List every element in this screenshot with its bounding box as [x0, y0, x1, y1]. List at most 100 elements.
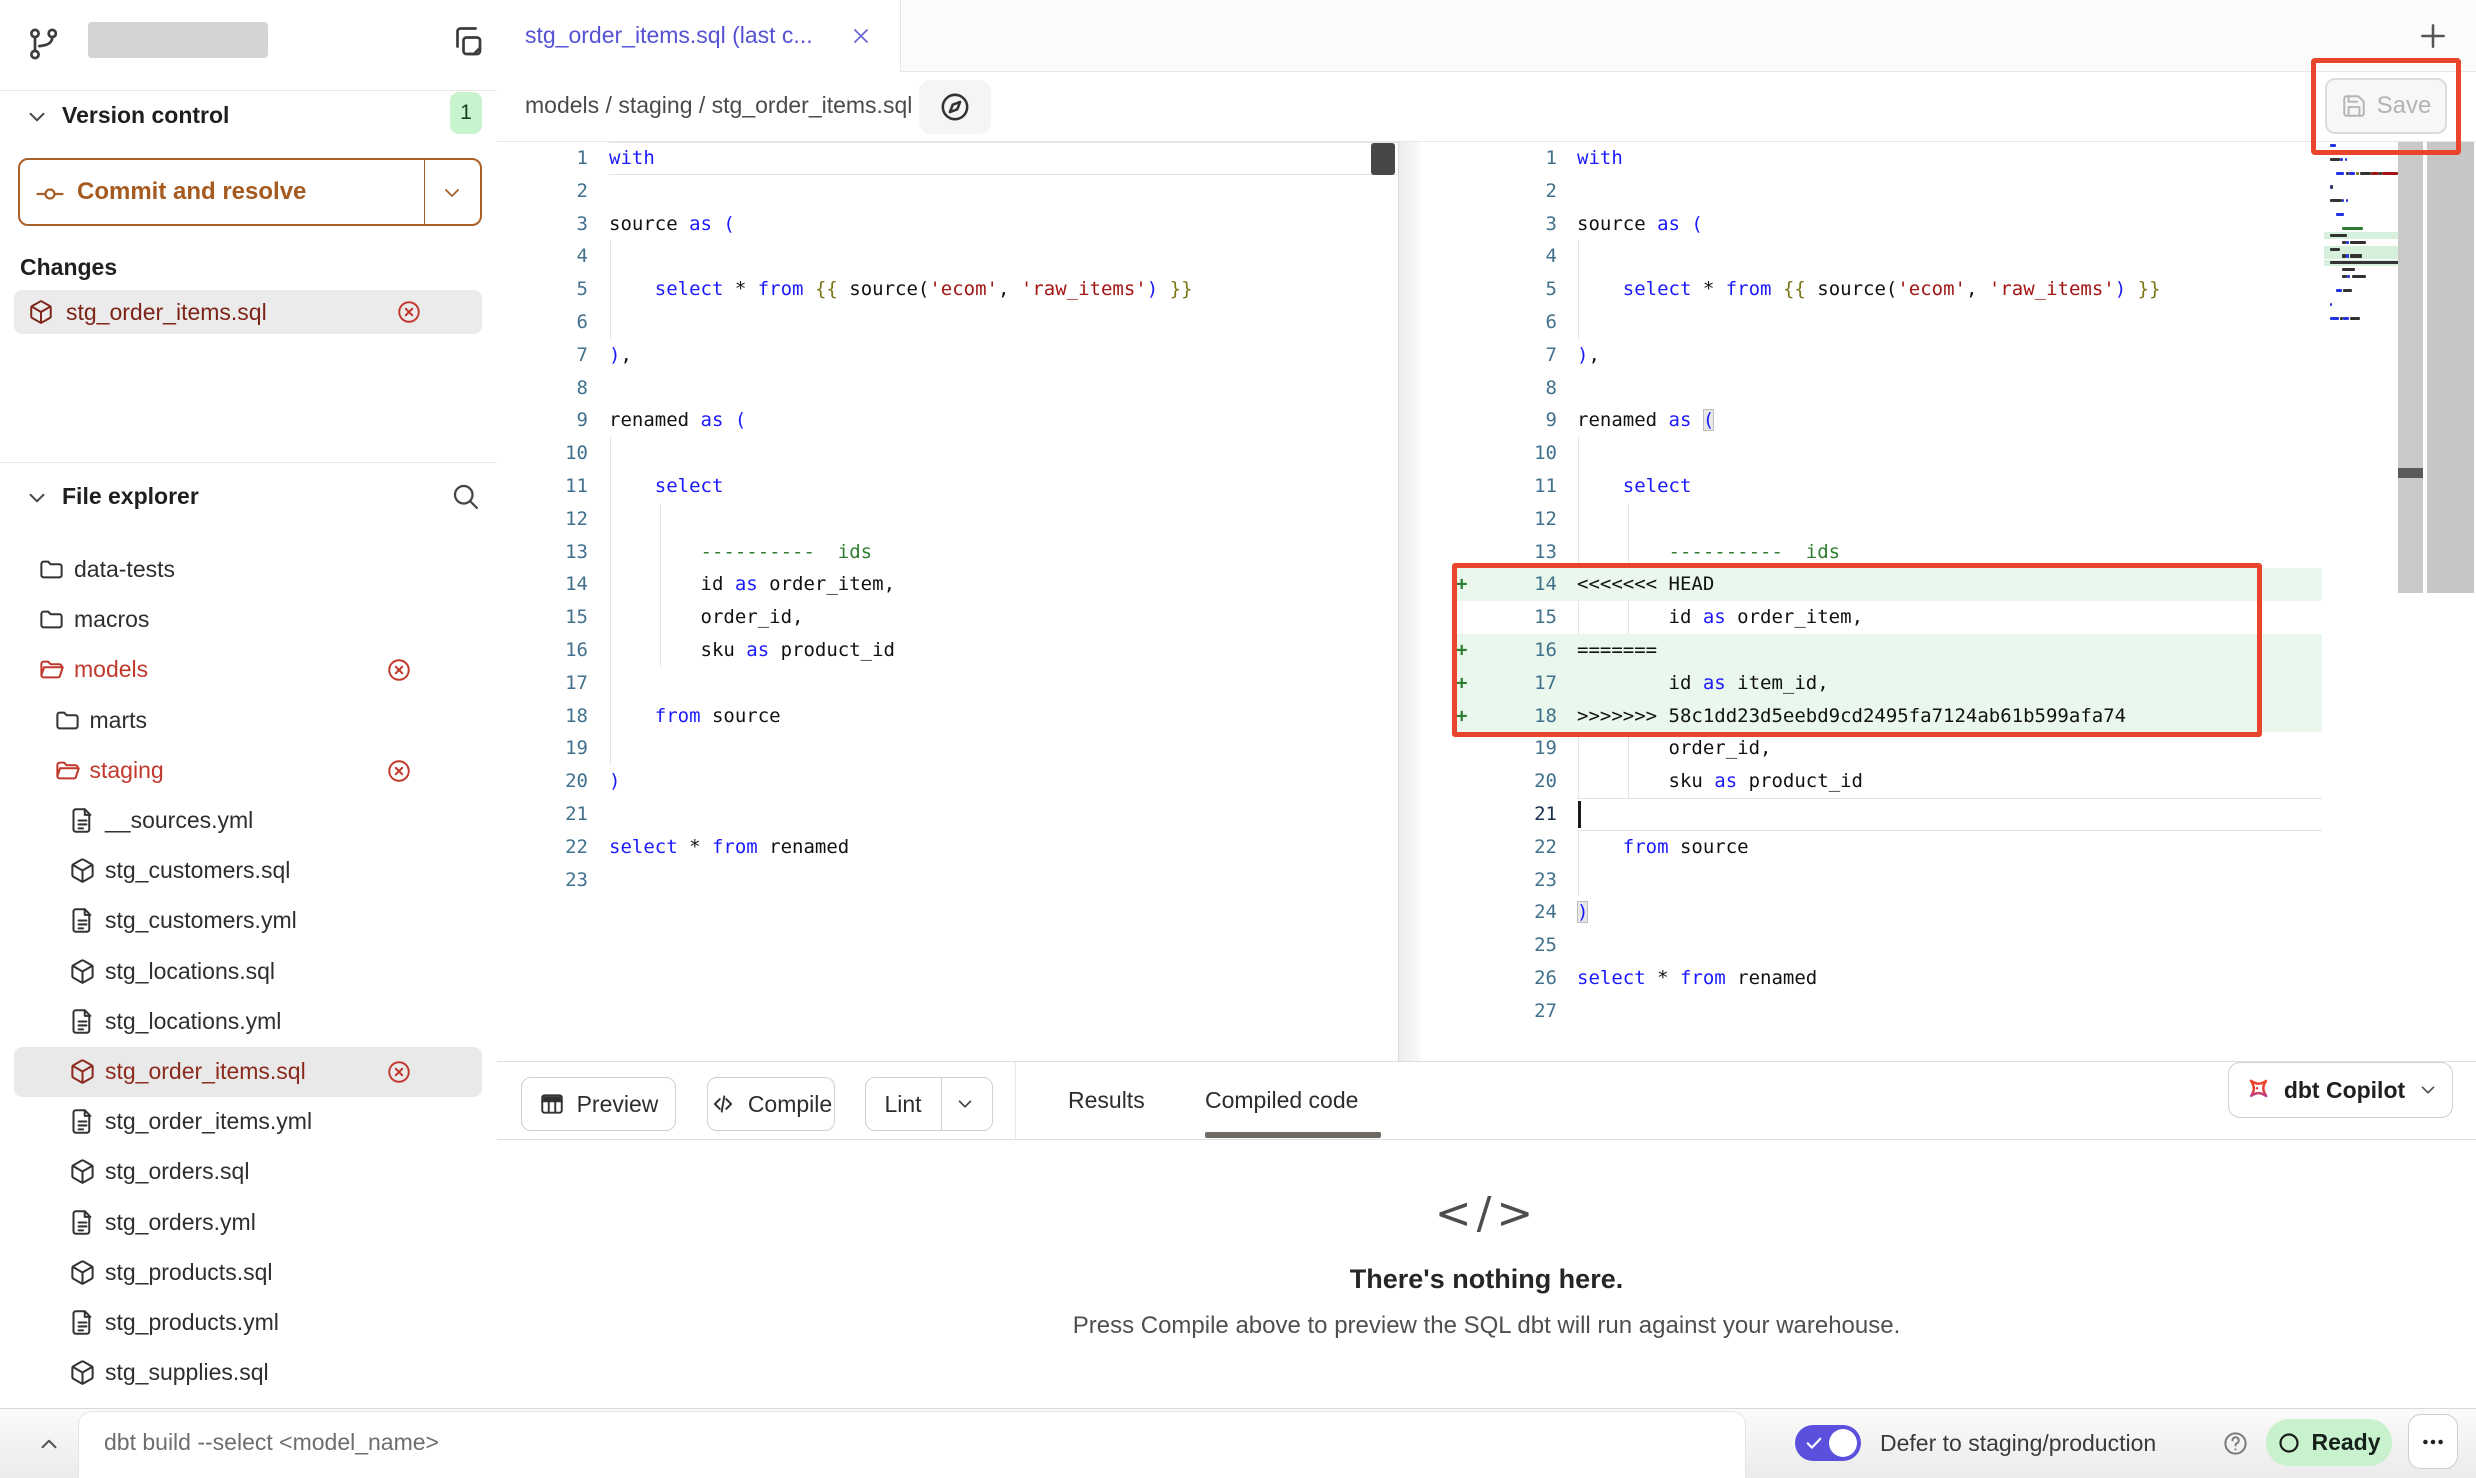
code-line-20[interactable]: 20)	[497, 765, 1398, 798]
file-row-macros[interactable]: macros	[0, 595, 497, 645]
code-line-4[interactable]: 4	[1420, 240, 2476, 273]
code-line-17[interactable]: 17	[497, 667, 1398, 700]
tab-compiled-code[interactable]: Compiled code	[1205, 1087, 1358, 1114]
code-line-12[interactable]: 12	[1420, 503, 2476, 536]
copy-icon[interactable]	[450, 24, 486, 60]
help-icon[interactable]	[2222, 1430, 2249, 1457]
code-line-2[interactable]: 2	[1420, 175, 2476, 208]
lineage-button[interactable]	[919, 80, 991, 134]
code-line-11[interactable]: 11 select	[1420, 470, 2476, 503]
code-line-13[interactable]: 13 ---------- ids	[1420, 536, 2476, 569]
editor-pane-saved[interactable]: 1with23source as (45 select * from {{ so…	[497, 142, 1398, 1061]
file-row-__sources.yml[interactable]: __sources.yml	[0, 796, 497, 846]
editor-pane-current[interactable]: 1with23source as (45 select * from {{ so…	[1420, 142, 2476, 1061]
code-line-5[interactable]: 5 select * from {{ source('ecom', 'raw_i…	[1420, 273, 2476, 306]
file-row-stg_customers.yml[interactable]: stg_customers.yml	[0, 896, 497, 946]
code-line-21[interactable]: 21	[1420, 798, 2476, 831]
code-line-25[interactable]: 25	[1420, 929, 2476, 962]
code-line-23[interactable]: 23	[497, 864, 1398, 897]
code-line-7[interactable]: 7),	[497, 339, 1398, 372]
chevron-down-icon[interactable]	[954, 1093, 976, 1115]
file-row-stg_products.sql[interactable]: stg_products.sql	[0, 1248, 497, 1298]
defer-toggle[interactable]	[1795, 1425, 1861, 1461]
conflict-marker-icon[interactable]	[386, 1059, 412, 1085]
code-line-10[interactable]: 10	[1420, 437, 2476, 470]
code-line-20[interactable]: 20 sku as product_id	[1420, 765, 2476, 798]
compile-button[interactable]: Compile	[707, 1077, 835, 1131]
tab-stg-order-items[interactable]: stg_order_items.sql (last c...	[497, 0, 901, 72]
code-line-8[interactable]: 8	[1420, 372, 2476, 405]
code-line-3[interactable]: 3source as (	[1420, 208, 2476, 241]
file-row-staging[interactable]: staging	[0, 746, 497, 796]
commit-and-resolve-button[interactable]: Commit and resolve	[18, 158, 482, 226]
code-line-22[interactable]: 22 from source	[1420, 831, 2476, 864]
close-icon[interactable]	[849, 24, 873, 48]
code-line-11[interactable]: 11 select	[497, 470, 1398, 503]
code-line-7[interactable]: 7),	[1420, 339, 2476, 372]
code-line-17[interactable]: +17 id as item_id,	[1420, 667, 2476, 700]
code-line-6[interactable]: 6	[497, 306, 1398, 339]
code-line-19[interactable]: 19 order_id,	[1420, 732, 2476, 765]
code-line-14[interactable]: 14 id as order_item,	[497, 568, 1398, 601]
new-tab-icon[interactable]	[2416, 19, 2450, 53]
editor-scrollbar[interactable]	[2427, 142, 2474, 593]
preview-button[interactable]: Preview	[521, 1077, 676, 1131]
code-line-8[interactable]: 8	[497, 372, 1398, 405]
conflict-marker-icon[interactable]	[386, 758, 412, 784]
code-line-9[interactable]: 9renamed as (	[1420, 404, 2476, 437]
file-row-stg_locations.sql[interactable]: stg_locations.sql	[0, 947, 497, 997]
code-line-9[interactable]: 9renamed as (	[497, 404, 1398, 437]
conflict-marker-icon[interactable]	[386, 657, 412, 683]
code-line-26[interactable]: 26select * from renamed	[1420, 962, 2476, 995]
file-row-stg_order_items.yml[interactable]: stg_order_items.yml	[0, 1097, 497, 1147]
code-line-10[interactable]: 10	[497, 437, 1398, 470]
code-line-4[interactable]: 4	[497, 240, 1398, 273]
file-row-stg_products.yml[interactable]: stg_products.yml	[0, 1298, 497, 1348]
status-badge[interactable]: Ready	[2266, 1419, 2392, 1466]
code-line-14[interactable]: +14<<<<<<< HEAD	[1420, 568, 2476, 601]
code-line-24[interactable]: 24)	[1420, 896, 2476, 929]
chevron-down-icon[interactable]	[24, 485, 50, 511]
file-row-data-tests[interactable]: data-tests	[0, 545, 497, 595]
tab-results[interactable]: Results	[1068, 1087, 1145, 1114]
code-line-3[interactable]: 3source as (	[497, 208, 1398, 241]
file-row-stg_supplies.sql[interactable]: stg_supplies.sql	[0, 1348, 497, 1398]
file-row-stg_customers.sql[interactable]: stg_customers.sql	[0, 846, 497, 896]
search-icon[interactable]	[450, 481, 480, 511]
code-line-23[interactable]: 23	[1420, 864, 2476, 897]
conflict-marker-icon[interactable]	[396, 299, 422, 325]
left-pane-scrollbar-thumb[interactable]	[1371, 143, 1395, 175]
more-options-button[interactable]	[2408, 1414, 2458, 1469]
code-line-18[interactable]: +18>>>>>>> 58c1dd23d5eebd9cd2495fa7124ab…	[1420, 700, 2476, 733]
changed-file-row[interactable]: stg_order_items.sql	[14, 290, 482, 334]
code-line-15[interactable]: 15 order_id,	[497, 601, 1398, 634]
code-line-2[interactable]: 2	[497, 175, 1398, 208]
code-line-15[interactable]: 15 id as order_item,	[1420, 601, 2476, 634]
code-line-16[interactable]: 16 sku as product_id	[497, 634, 1398, 667]
minimap-slider[interactable]	[2398, 142, 2423, 593]
code-line-22[interactable]: 22select * from renamed	[497, 831, 1398, 864]
code-line-13[interactable]: 13 ---------- ids	[497, 536, 1398, 569]
code-line-1[interactable]: 1with	[497, 142, 1398, 175]
code-line-5[interactable]: 5 select * from {{ source('ecom', 'raw_i…	[497, 273, 1398, 306]
chevron-down-icon[interactable]	[24, 104, 50, 130]
scrollbar-handle[interactable]	[2398, 468, 2423, 478]
code-line-6[interactable]: 6	[1420, 306, 2476, 339]
file-row-models[interactable]: models	[0, 645, 497, 695]
dbt-copilot-button[interactable]: dbt Copilot	[2228, 1062, 2453, 1118]
file-row-stg_order_items.sql[interactable]: stg_order_items.sql	[0, 1047, 497, 1097]
file-row-stg_orders.yml[interactable]: stg_orders.yml	[0, 1198, 497, 1248]
commit-dropdown-icon[interactable]	[440, 181, 464, 205]
code-line-18[interactable]: 18 from source	[497, 700, 1398, 733]
chevron-up-icon[interactable]	[36, 1431, 62, 1457]
file-row-stg_orders.sql[interactable]: stg_orders.sql	[0, 1147, 497, 1197]
code-line-27[interactable]: 27	[1420, 995, 2476, 1028]
file-row-marts[interactable]: marts	[0, 696, 497, 746]
code-line-21[interactable]: 21	[497, 798, 1398, 831]
code-line-19[interactable]: 19	[497, 732, 1398, 765]
minimap[interactable]	[2324, 142, 2398, 602]
lint-button[interactable]: Lint	[865, 1077, 993, 1131]
file-row-stg_locations.yml[interactable]: stg_locations.yml	[0, 997, 497, 1047]
save-button[interactable]: Save	[2325, 78, 2447, 134]
command-input[interactable]: dbt build --select <model_name>	[104, 1429, 439, 1456]
